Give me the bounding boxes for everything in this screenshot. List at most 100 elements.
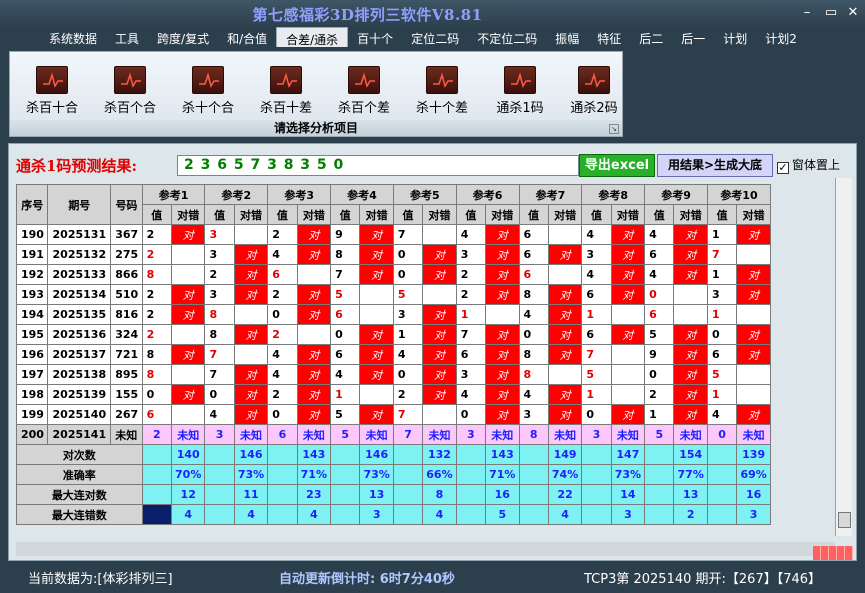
stats-value: 146 (233, 444, 269, 465)
menu-item[interactable]: 后二 (630, 27, 672, 47)
export-excel-button[interactable]: 导出excel (579, 154, 655, 177)
result-cell: 对 (610, 404, 646, 425)
stats-spacer-cell (141, 484, 172, 505)
predicted-value-cell: 5 (330, 424, 361, 445)
ribbon-button[interactable]: 通杀1码 (484, 66, 556, 116)
value-cell: 5 (644, 324, 675, 345)
value-cell: 2 (141, 224, 172, 245)
ribbon-button-label: 杀百十差 (259, 101, 312, 116)
stats-row: 最大连错数 4 4 4 3 4 5 4 3 2 3 (16, 504, 771, 525)
table-row[interactable]: 195 2025136 324 2 8 对 2 0 对 1 对 7 对 0 对 6 对 5 对 0 对 (15, 324, 771, 345)
result-cell: 对 (736, 404, 771, 425)
period-cell: 2025136 (47, 324, 112, 345)
result-cell (485, 304, 520, 325)
menu-item[interactable]: 工具 (106, 27, 148, 47)
table-row[interactable]: 193 2025134 510 2 对 3 对 2 对 5 5 2 对 8 对 6 对 0 3 对 (15, 284, 771, 305)
result-cell: 对 (422, 364, 457, 385)
result-cell: 对 (422, 324, 457, 345)
table-row[interactable]: 196 2025137 721 8 对 7 4 对 6 对 4 对 6 对 8 对 7 9 对 6 对 (15, 344, 771, 365)
ribbon-button[interactable]: 杀百十差 (250, 66, 322, 116)
table-row[interactable]: 192 2025133 866 8 2 对 6 7 对 0 对 2 对 6 4 对 4 对 1 对 (15, 264, 771, 285)
menu-item[interactable]: 合差/通杀 (276, 27, 349, 47)
predicted-value-cell: 6 (267, 424, 298, 445)
value-cell: 8 (141, 264, 172, 285)
close-button[interactable]: ✕ (842, 4, 864, 22)
menu-item[interactable]: 跨度/复式 (148, 27, 218, 47)
result-cell (233, 304, 269, 325)
result-header: 对错 (547, 204, 583, 225)
value-cell: 4 (644, 264, 675, 285)
value-cell: 3 (581, 244, 612, 265)
scrollbar-thumb[interactable] (838, 512, 851, 528)
ribbon-button[interactable]: 杀百个差 (328, 66, 400, 116)
value-cell: 0 (204, 384, 235, 405)
stats-spacer-cell (455, 464, 487, 485)
table-row[interactable]: 194 2025135 816 2 对 8 0 对 6 3 对 1 4 对 1 6 1 (15, 304, 771, 325)
number-cell: 未知 (110, 424, 143, 445)
stats-value: 11 (233, 484, 269, 505)
result-cell: 对 (359, 344, 394, 365)
chart-icon (578, 66, 610, 94)
ribbon-button[interactable]: 杀百个合 (94, 66, 166, 116)
menu-bar: 系统数据 工具 跨度/复式 和/合值 合差/通杀 百十个 定位二码 不定位二码 振幅 特征 后二 后一… (40, 27, 806, 47)
result-cell: 对 (233, 264, 269, 285)
prediction-result-field[interactable]: 2 3 6 5 7 3 8 3 5 0 (177, 155, 579, 176)
menu-item[interactable]: 系统数据 (40, 27, 106, 47)
ribbon-button-label: 杀十个差 (415, 101, 468, 116)
ribbon-button[interactable]: 杀十个合 (172, 66, 244, 116)
result-header: 对错 (485, 204, 520, 225)
generate-base-button[interactable]: 用结果>生成大底 (657, 154, 773, 177)
result-cell (610, 344, 646, 365)
table-row[interactable]: 190 2025131 367 2 对 3 2 对 9 对 7 4 对 6 4 对 4 对 1 对 (15, 224, 771, 245)
minimize-button[interactable]: – (796, 4, 818, 22)
value-cell: 4 (581, 224, 612, 245)
seq-cell: 190 (15, 224, 49, 245)
menu-item[interactable]: 后一 (672, 27, 714, 47)
table-row[interactable]: 191 2025132 275 2 3 对 4 对 8 对 0 对 3 对 6 对 3 对 6 对 7 (15, 244, 771, 265)
ribbon-expand-icon[interactable]: ↘ (609, 124, 619, 134)
stats-value: 143 (485, 444, 520, 465)
restore-button[interactable]: ▭ (820, 4, 842, 22)
vertical-scrollbar[interactable] (835, 178, 852, 536)
stats-row: 准确率 70% 73% 71% 73% 66% 71% 74% 73% 77% 69% (16, 464, 771, 485)
menu-item[interactable]: 定位二码 (402, 27, 468, 47)
result-cell (359, 384, 394, 405)
reference-header: 参考5 (392, 184, 457, 205)
number-cell: 367 (110, 224, 143, 245)
ribbon-button[interactable]: 杀十个差 (406, 66, 478, 116)
table-row[interactable]: 198 2025139 155 0 对 0 对 2 对 1 2 对 4 对 4 对 1 2 对 1 (15, 384, 771, 405)
seq-cell: 195 (15, 324, 49, 345)
value-cell: 7 (706, 244, 738, 265)
result-cell (673, 284, 708, 305)
result-cell (422, 224, 457, 245)
menu-item[interactable]: 计划2 (756, 27, 806, 47)
unknown-result-cell: 未知 (359, 424, 394, 445)
predicted-value-cell: 0 (706, 424, 738, 445)
stats-value: 4 (547, 504, 583, 525)
always-on-top-checkbox[interactable]: ✓ 窗体置上 (777, 156, 840, 174)
period-cell: 2025138 (47, 364, 112, 385)
menu-item[interactable]: 特征 (588, 27, 630, 47)
menu-item[interactable]: 百十个 (348, 27, 402, 47)
table-row[interactable]: 197 2025138 895 8 7 对 4 对 4 对 0 对 3 对 8 5 0 对 5 (15, 364, 771, 385)
unknown-result-cell: 未知 (422, 424, 457, 445)
stats-value: 73% (359, 464, 394, 485)
value-cell: 1 (706, 384, 738, 405)
countdown-text: 自动更新倒计时: 6时7分40秒 (279, 572, 455, 587)
result-cell: 对 (359, 224, 394, 245)
stats-spacer-cell (141, 504, 172, 525)
menu-item[interactable]: 和/合值 (218, 27, 276, 47)
menu-item[interactable]: 计划 (714, 27, 756, 47)
stats-value: 3 (736, 504, 771, 525)
ribbon-button[interactable]: 杀百十合 (16, 66, 88, 116)
ribbon-button[interactable]: 通杀2码 (558, 66, 630, 116)
menu-item[interactable]: 振幅 (546, 27, 588, 47)
prediction-row[interactable]: 200 2025141 未知 2 未知 3 未知 6 未知 5 未知 7 未知 3 未知 8 未知 3 未知 5 未知 0… (15, 424, 771, 445)
table-row[interactable]: 199 2025140 267 6 4 对 0 对 5 对 7 0 对 3 对 0 对 1 对 4 对 (15, 404, 771, 425)
value-cell: 7 (204, 364, 235, 385)
stats-spacer-cell (706, 444, 738, 465)
result-cell: 对 (736, 224, 771, 245)
result-cell (736, 384, 771, 405)
menu-item[interactable]: 不定位二码 (468, 27, 546, 47)
grid-bottom-bar (16, 542, 835, 556)
